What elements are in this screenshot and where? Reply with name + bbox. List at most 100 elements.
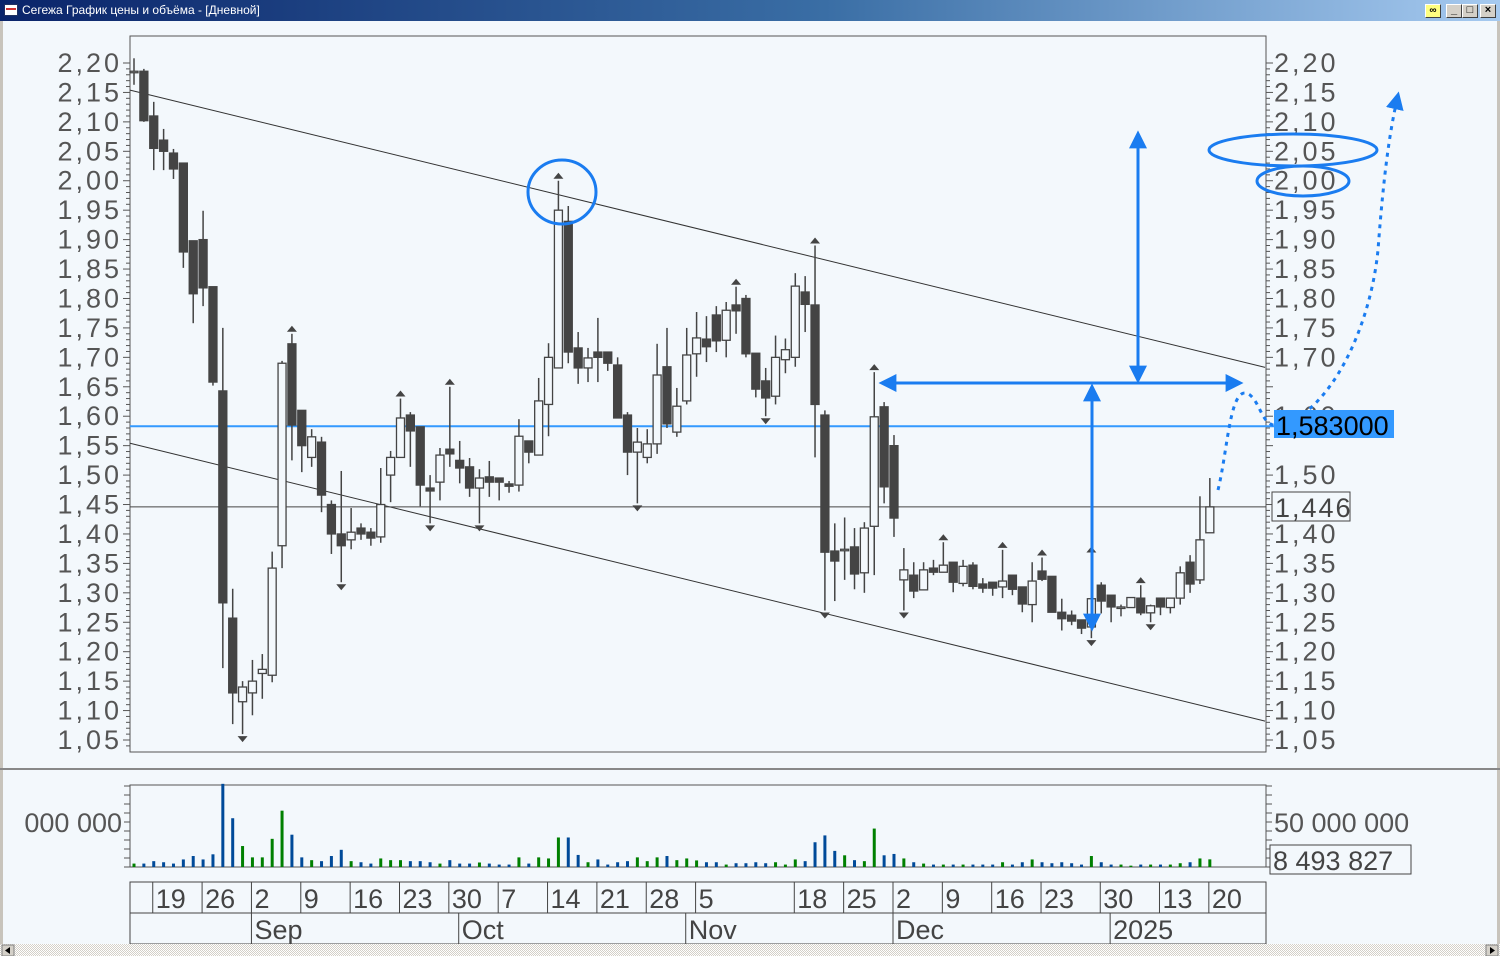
volume-bar xyxy=(616,862,620,867)
volume-bar xyxy=(1198,858,1202,867)
left-price-label: 2,00 xyxy=(57,166,122,196)
candle-body-up xyxy=(534,400,544,456)
candle-body-up xyxy=(869,416,879,527)
candle-body-down xyxy=(1007,574,1018,590)
volume-bar xyxy=(537,857,541,867)
date-tick-label: 16 xyxy=(995,884,1025,914)
volume-bar xyxy=(181,859,185,867)
candle xyxy=(267,551,277,683)
candle-body-down xyxy=(928,567,939,573)
right-price-label: 1,85 xyxy=(1274,254,1339,284)
volume-bar xyxy=(843,855,847,867)
right-price-label: 1,70 xyxy=(1274,342,1339,372)
volume-bar xyxy=(527,863,531,867)
candle-body-down xyxy=(1037,570,1047,580)
candle-body-down xyxy=(524,440,534,453)
volume-bar xyxy=(438,863,442,867)
volume-bar xyxy=(408,861,412,867)
right-price-label: 2,10 xyxy=(1274,107,1339,137)
minimize-button[interactable]: _ xyxy=(1446,4,1462,18)
candle xyxy=(968,562,978,590)
candle-body-up xyxy=(237,686,248,703)
price-volume-chart: 2,20 2,202,15 2,152,10 2,102,05 2,052,00 2,00… xyxy=(0,21,1500,956)
left-price-label: 1,30 xyxy=(57,578,122,608)
volume-bar xyxy=(991,864,995,867)
left-price-label: 1,80 xyxy=(57,283,122,313)
candle-body-down xyxy=(425,487,435,492)
date-tick-label: 9 xyxy=(304,884,319,914)
left-price-label: 2,15 xyxy=(57,77,122,107)
right-price-label: 1,10 xyxy=(1274,696,1339,726)
maximize-button[interactable]: □ xyxy=(1462,4,1478,18)
volume-bar xyxy=(418,861,422,867)
date-tick-label: 5 xyxy=(699,884,714,914)
volume-bar xyxy=(892,853,896,867)
volume-bar xyxy=(1188,862,1192,867)
date-tick-label: 28 xyxy=(649,884,679,914)
candle-body-up xyxy=(790,285,800,358)
candle-body-up xyxy=(376,503,386,538)
date-tick-label: 2 xyxy=(254,884,269,914)
candle-body-down xyxy=(948,561,958,583)
candle-body-down xyxy=(741,297,751,355)
right-price-label: 2,05 xyxy=(1274,136,1339,166)
volume-bar xyxy=(586,862,590,867)
left-price-label: 1,75 xyxy=(57,313,122,343)
left-price-label: 1,95 xyxy=(57,195,122,225)
candle-body-up xyxy=(1175,572,1185,599)
candle-body-down xyxy=(366,531,376,539)
scrollbar-track[interactable] xyxy=(0,944,1500,956)
volume-bar xyxy=(754,862,758,867)
volume-bar xyxy=(379,858,383,867)
candle-body-down xyxy=(405,414,416,432)
volume-bar xyxy=(231,818,235,867)
volume-axis-left-label: 000 000 xyxy=(24,808,122,838)
candle-body-down xyxy=(188,240,198,295)
date-tick-label: 20 xyxy=(1212,884,1242,914)
volume-bar xyxy=(626,861,629,867)
candle-body-up xyxy=(553,209,564,369)
right-price-label: 1,15 xyxy=(1274,666,1339,696)
candle-body-down xyxy=(593,351,603,358)
volume-bar xyxy=(1070,863,1074,867)
candle-body-down xyxy=(455,459,465,469)
candle-body-down xyxy=(1057,611,1067,620)
volume-bar xyxy=(675,860,679,867)
candle-body-up xyxy=(839,548,850,552)
candle-body-up xyxy=(899,569,909,581)
date-tick-label: 9 xyxy=(945,884,960,914)
candle-body-up xyxy=(247,680,258,694)
right-price-label: 1,90 xyxy=(1274,225,1339,255)
left-price-label: 1,25 xyxy=(57,607,122,637)
title-bar: Сегежа График цены и объёма - [Дневной] … xyxy=(0,0,1500,21)
volume-bar xyxy=(1208,859,1212,867)
candle xyxy=(612,357,623,419)
candle-body-up xyxy=(435,454,445,483)
candle-body-down xyxy=(326,503,337,535)
volume-bar xyxy=(724,864,728,867)
candle-body-down xyxy=(800,291,810,306)
close-button[interactable]: × xyxy=(1480,4,1496,18)
volume-bar xyxy=(428,862,432,867)
candle-body-down xyxy=(988,581,998,589)
volume-bar xyxy=(1020,862,1024,867)
candle-body-down xyxy=(889,445,899,519)
candle-body-up xyxy=(257,668,267,675)
link-icon[interactable]: ∞ xyxy=(1425,4,1441,18)
volume-bar xyxy=(813,842,817,867)
last-volume-label: 8 493 827 xyxy=(1273,846,1393,876)
candle-body-down xyxy=(484,476,494,483)
candle-body-down xyxy=(1076,619,1087,629)
candle-body-down xyxy=(849,546,860,575)
candle xyxy=(277,360,287,569)
candle-body-down xyxy=(158,139,169,152)
date-tick-label: 2 xyxy=(896,884,911,914)
candle-body-up xyxy=(385,456,396,476)
candle-body-down xyxy=(761,380,771,399)
left-price-label: 1,10 xyxy=(57,696,122,726)
volume-bar xyxy=(1149,864,1153,867)
candle-body-up xyxy=(346,531,356,541)
volume-bar xyxy=(201,859,205,867)
candle-body-up xyxy=(474,477,485,489)
horizontal-scrollbar[interactable] xyxy=(0,944,1500,956)
